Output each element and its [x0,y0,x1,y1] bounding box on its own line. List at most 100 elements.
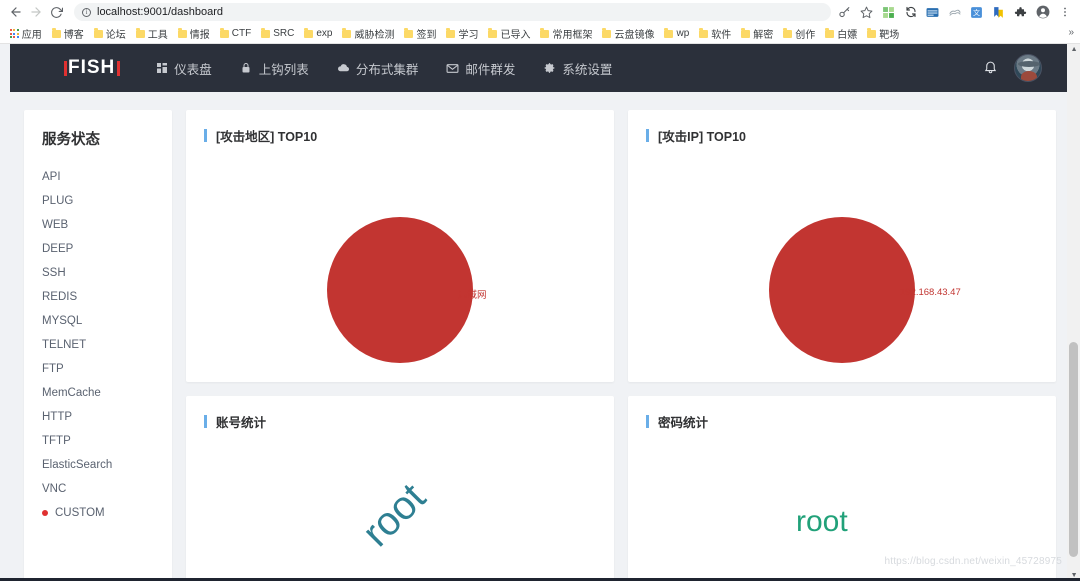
folder-icon [219,28,229,38]
folder-icon [825,28,835,38]
bookmark-folder[interactable]: 已导入 [483,25,535,42]
password-stats-card: 密码统计 root [628,396,1056,581]
folder-icon [51,28,61,38]
url-text: localhost:9001/dashboard [97,6,223,18]
pie-slice-region[interactable] [327,217,473,363]
folder-icon [602,28,612,38]
bookmark-folder[interactable]: 解密 [736,25,778,42]
scroll-up-icon[interactable]: ▲ [1071,46,1078,53]
account-wordcloud[interactable]: root [186,431,614,581]
bell-icon[interactable] [983,59,998,78]
apps-grid-icon [10,29,19,38]
nav-item-mail[interactable]: 邮件群发 [446,59,515,78]
nav-item-settings[interactable]: 系统设置 [543,59,612,78]
bookmark-label: 论坛 [105,30,126,41]
bookmark-folder[interactable]: 情报 [173,25,215,42]
wordcloud-word[interactable]: root [354,475,435,556]
folder-icon [540,28,550,38]
folder-icon [446,28,456,38]
bookmark-folder[interactable]: 靶场 [862,25,904,42]
bookmark-label: 签到 [416,30,437,41]
bookmark-folder[interactable]: 软件 [694,25,736,42]
pie-leader-line [384,293,454,294]
service-item-vnc[interactable]: VNC [24,477,172,501]
bookmark-label: 应用 [21,30,42,41]
service-item-mysql[interactable]: MYSQL [24,309,172,333]
wordcloud-word[interactable]: root [796,505,848,539]
service-item-http[interactable]: HTTP [24,405,172,429]
folder-icon [488,28,498,38]
forward-arrow-icon[interactable] [26,2,46,22]
tab-manager-icon[interactable] [925,5,940,20]
hfish-navbar: FISH 仪表盘 上钩列表 分布式集群 邮件群发 系统设置 [10,44,1070,92]
service-item-deep[interactable]: DEEP [24,237,172,261]
card-title: 账号统计 [186,396,614,431]
folder-icon [135,28,145,38]
bookmark-folder[interactable]: 学习 [441,25,483,42]
title-accent-bar [646,415,649,428]
bookmark-folder[interactable]: 论坛 [89,25,131,42]
vertical-scrollbar[interactable]: ▲ ▼ [1067,44,1080,581]
browser-chrome: localhost:9001/dashboard 文 [0,0,1080,44]
service-item-elasticsearch[interactable]: ElasticSearch [24,453,172,477]
service-item-ssh[interactable]: SSH [24,261,172,285]
reload-icon[interactable] [46,2,66,22]
service-item-memcache[interactable]: MemCache [24,381,172,405]
folder-icon [404,28,414,38]
bookmark-folder[interactable]: 威胁检测 [337,25,399,42]
status-dot [42,510,48,516]
service-item-web[interactable]: WEB [24,213,172,237]
service-item-tftp[interactable]: TFTP [24,429,172,453]
bookmark-folder[interactable]: 博客 [47,25,89,42]
folder-icon [93,28,103,38]
bookmarks-overflow-button[interactable]: » [1068,27,1074,38]
key-icon[interactable] [837,5,852,20]
sync-icon[interactable] [903,5,918,20]
bookmark-folder[interactable]: CTF [215,27,256,40]
avatar[interactable] [1014,54,1042,82]
bookmark-manager-icon[interactable] [991,5,1006,20]
bookmark-folder[interactable]: 工具 [131,25,173,42]
bookmark-folder[interactable]: 白嫖 [820,25,862,42]
dashboard-content: 服务状态 API PLUG WEB DEEP SSH REDIS MYSQL T… [10,92,1070,581]
service-item-plug[interactable]: PLUG [24,189,172,213]
bookmark-folder[interactable]: 常用框架 [535,25,597,42]
profile-icon[interactable] [1035,5,1050,20]
bookmark-folder[interactable]: wp [659,27,694,40]
attack-region-pie-chart[interactable]: 局域网 [186,145,614,373]
star-icon[interactable] [859,5,874,20]
bookmark-folder[interactable]: 云盘镜像 [597,25,659,42]
extensions-grid-icon[interactable] [881,5,896,20]
bookmark-label: wp [676,28,690,39]
bookmark-folder[interactable]: 创作 [778,25,820,42]
bookmark-label: SRC [273,28,295,39]
service-item-api[interactable]: API [24,165,172,189]
scrollbar-thumb[interactable] [1069,342,1078,557]
puzzle-icon[interactable] [1013,5,1028,20]
pie-slice-ip[interactable] [769,217,915,363]
nav-item-dashboard[interactable]: 仪表盘 [155,59,212,78]
menu-icon[interactable] [1057,5,1072,20]
nav-item-hooked-list[interactable]: 上钩列表 [240,59,309,78]
service-label: CUSTOM [55,507,105,519]
service-item-redis[interactable]: REDIS [24,285,172,309]
bookmark-folder[interactable]: 签到 [399,25,441,42]
address-bar[interactable]: localhost:9001/dashboard [74,3,831,21]
bookmark-folder[interactable]: exp [299,27,337,40]
attack-ip-pie-chart[interactable]: 192.168.43.47 [628,145,1056,373]
service-item-telnet[interactable]: TELNET [24,333,172,357]
bookmark-label: 已导入 [500,30,531,41]
nav-item-cluster[interactable]: 分布式集群 [337,59,418,78]
cloud-icon[interactable] [947,5,962,20]
bookmark-apps[interactable]: 应用 [5,25,47,42]
bookmark-folder[interactable]: SRC [256,27,299,40]
pie-slice-label: 192.168.43.47 [900,287,961,298]
service-item-custom[interactable]: CUSTOM [24,501,172,525]
back-arrow-icon[interactable] [6,2,26,22]
nav-item-label: 上钩列表 [258,62,309,77]
translate-icon[interactable]: 文 [969,5,984,20]
site-info-icon[interactable] [82,7,91,18]
cloud-icon [337,62,350,75]
service-item-ftp[interactable]: FTP [24,357,172,381]
hfish-logo[interactable]: FISH [62,57,121,79]
